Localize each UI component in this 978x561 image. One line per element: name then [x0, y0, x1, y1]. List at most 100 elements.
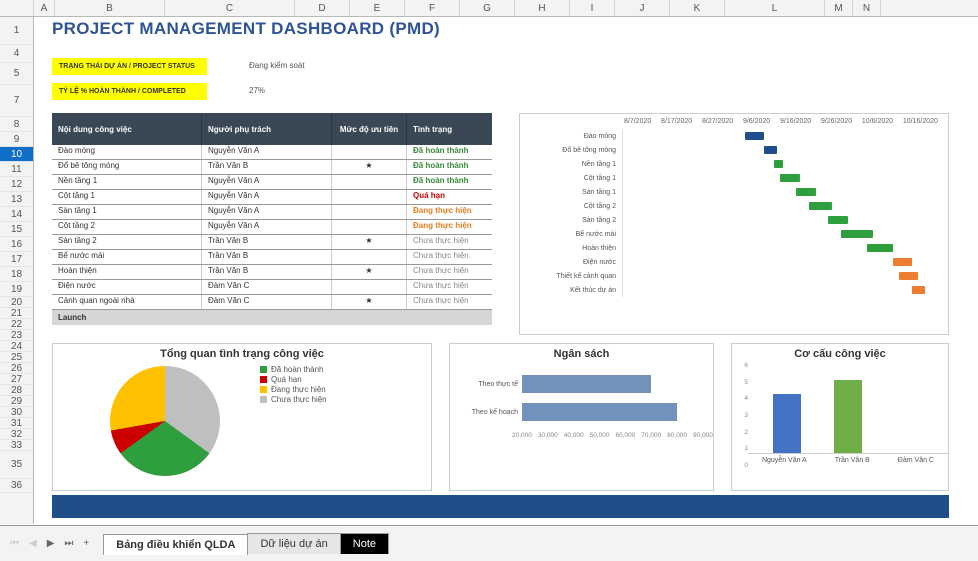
row-header[interactable]: 30: [0, 407, 33, 418]
col-header[interactable]: I: [570, 0, 615, 16]
select-all-corner[interactable]: [0, 0, 34, 16]
table-row[interactable]: Hoàn thiệnTrần Văn B★Chưa thực hiện: [52, 265, 492, 280]
row-header[interactable]: 17: [0, 252, 33, 267]
row-header[interactable]: 31: [0, 418, 33, 429]
td-owner[interactable]: Trần Văn B: [202, 160, 332, 174]
td-priority[interactable]: [332, 220, 407, 234]
table-row[interactable]: Cột tầng 1Nguyễn Văn A Quá hạn: [52, 190, 492, 205]
row-header[interactable]: 26: [0, 363, 33, 374]
row-header[interactable]: 29: [0, 396, 33, 407]
td-owner[interactable]: Nguyễn Văn A: [202, 220, 332, 234]
td-status[interactable]: Đang thực hiện: [407, 205, 492, 219]
td-task[interactable]: Bể nước mái: [52, 250, 202, 264]
td-task[interactable]: Sàn tầng 2: [52, 235, 202, 249]
row-header[interactable]: 12: [0, 177, 33, 192]
row-header[interactable]: 18: [0, 267, 33, 282]
td-task[interactable]: Hoàn thiện: [52, 265, 202, 279]
row-header[interactable]: 8: [0, 117, 33, 132]
td-owner[interactable]: Nguyễn Văn A: [202, 145, 332, 159]
td-task[interactable]: Nền tầng 1: [52, 175, 202, 189]
td-task[interactable]: Cảnh quan ngoài nhà: [52, 295, 202, 309]
table-row[interactable]: Sàn tầng 2Trần Văn B★Chưa thực hiện: [52, 235, 492, 250]
sheet-tab[interactable]: Bảng điều khiển QLDA: [103, 534, 248, 555]
row-header[interactable]: 28: [0, 385, 33, 396]
row-header[interactable]: 15: [0, 222, 33, 237]
row-header[interactable]: 11: [0, 162, 33, 177]
td-status[interactable]: Đã hoàn thành: [407, 175, 492, 189]
col-header[interactable]: K: [670, 0, 725, 16]
td-owner[interactable]: Trần Văn B: [202, 265, 332, 279]
td-priority[interactable]: ★: [332, 160, 407, 174]
table-row[interactable]: Cột tầng 2Nguyễn Văn AĐang thực hiện: [52, 220, 492, 235]
col-header[interactable]: L: [725, 0, 825, 16]
row-header[interactable]: 9: [0, 132, 33, 147]
td-status[interactable]: Đã hoàn thành: [407, 145, 492, 159]
td-task[interactable]: Đào móng: [52, 145, 202, 159]
td-task[interactable]: Cột tầng 1: [52, 190, 202, 204]
td-owner[interactable]: Nguyễn Văn A: [202, 175, 332, 189]
row-header[interactable]: 20: [0, 297, 33, 308]
td-owner[interactable]: Trần Văn B: [202, 250, 332, 264]
table-row[interactable]: Đào móngNguyễn Văn A Đã hoàn thành: [52, 145, 492, 160]
row-header[interactable]: 4: [0, 45, 33, 63]
th-task[interactable]: Nội dung công việc: [52, 113, 202, 145]
td-status[interactable]: Chưa thực hiện: [407, 265, 492, 279]
table-row[interactable]: Sàn tầng 1Nguyễn Văn A Đang thực hiện: [52, 205, 492, 220]
tab-last-icon[interactable]: ⏭: [60, 536, 77, 551]
row-header[interactable]: 14: [0, 207, 33, 222]
td-owner[interactable]: Đàm Văn C: [202, 280, 332, 294]
td-owner[interactable]: Nguyễn Văn A: [202, 205, 332, 219]
sheet-tab[interactable]: Note: [340, 533, 389, 554]
td-priority[interactable]: ★: [332, 235, 407, 249]
td-priority[interactable]: [332, 175, 407, 189]
td-status[interactable]: Chưa thực hiện: [407, 235, 492, 249]
row-header[interactable]: 21: [0, 308, 33, 319]
row-header[interactable]: 27: [0, 374, 33, 385]
row-header[interactable]: 7: [0, 85, 33, 117]
td-task[interactable]: Cột tầng 2: [52, 220, 202, 234]
row-header[interactable]: 13: [0, 192, 33, 207]
launch-row[interactable]: Launch: [52, 310, 492, 325]
col-header[interactable]: B: [55, 0, 165, 16]
col-header[interactable]: J: [615, 0, 670, 16]
tab-next-icon[interactable]: ▶: [43, 536, 59, 551]
row-header[interactable]: 23: [0, 330, 33, 341]
td-priority[interactable]: [332, 280, 407, 294]
td-priority[interactable]: ★: [332, 265, 407, 279]
row-header[interactable]: 16: [0, 237, 33, 252]
td-task[interactable]: Điện nước: [52, 280, 202, 294]
td-status[interactable]: Chưa thực hiện: [407, 250, 492, 264]
tab-first-icon[interactable]: ⏮: [6, 536, 23, 551]
row-header[interactable]: 25: [0, 352, 33, 363]
row-header[interactable]: 32: [0, 429, 33, 440]
col-header[interactable]: D: [295, 0, 350, 16]
th-owner[interactable]: Người phụ trách: [202, 113, 332, 145]
td-owner[interactable]: Đàm Văn C: [202, 295, 332, 309]
row-header[interactable]: 1: [0, 17, 33, 45]
row-header[interactable]: 33: [0, 440, 33, 451]
tab-add-icon[interactable]: +: [79, 536, 93, 551]
row-header[interactable]: 10: [0, 147, 33, 162]
sheet-tab[interactable]: Dữ liệu dự án: [247, 533, 340, 554]
td-priority[interactable]: [332, 205, 407, 219]
table-row[interactable]: Đổ bê tông móngTrần Văn B★Đã hoàn thành: [52, 160, 492, 175]
col-header[interactable]: G: [460, 0, 515, 16]
td-task[interactable]: Sàn tầng 1: [52, 205, 202, 219]
table-row[interactable]: Nền tầng 1Nguyễn Văn A Đã hoàn thành: [52, 175, 492, 190]
td-priority[interactable]: [332, 190, 407, 204]
col-header[interactable]: N: [853, 0, 881, 16]
col-header[interactable]: C: [165, 0, 295, 16]
table-row[interactable]: Điện nướcĐàm Văn CChưa thực hiện: [52, 280, 492, 295]
td-priority[interactable]: [332, 250, 407, 264]
td-owner[interactable]: Trần Văn B: [202, 235, 332, 249]
td-status[interactable]: Chưa thực hiện: [407, 295, 492, 309]
td-status[interactable]: Quá hạn: [407, 190, 492, 204]
row-header[interactable]: 5: [0, 63, 33, 85]
col-header[interactable]: F: [405, 0, 460, 16]
col-header[interactable]: H: [515, 0, 570, 16]
row-header[interactable]: 22: [0, 319, 33, 330]
table-row[interactable]: Bể nước máiTrần Văn B Chưa thực hiện: [52, 250, 492, 265]
table-row[interactable]: Cảnh quan ngoài nhàĐàm Văn C★Chưa thực h…: [52, 295, 492, 310]
td-priority[interactable]: [332, 145, 407, 159]
td-owner[interactable]: Nguyễn Văn A: [202, 190, 332, 204]
